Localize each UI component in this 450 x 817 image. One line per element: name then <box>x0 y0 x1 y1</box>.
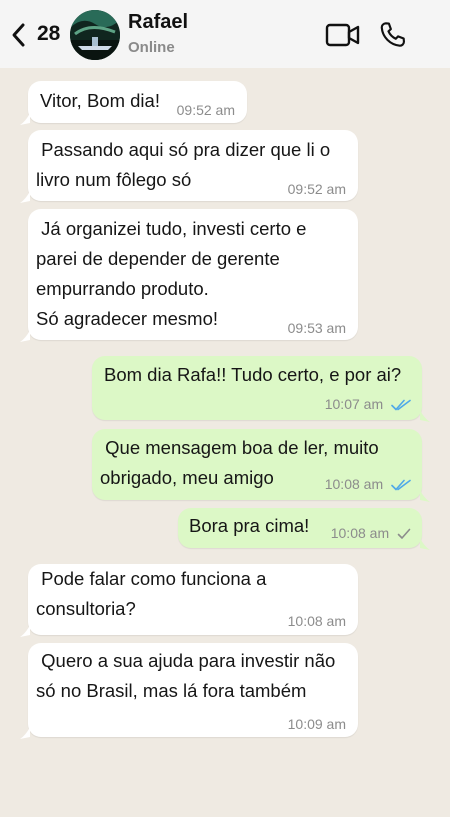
bubble-tail <box>420 538 430 550</box>
incoming-message[interactable]: Vitor, Bom dia! 09:52 am <box>28 81 247 123</box>
voice-call-button[interactable] <box>377 19 409 51</box>
double-check-icon <box>391 398 411 412</box>
chat-header: 28 Rafael Online <box>0 0 450 68</box>
contact-status: Online <box>128 39 175 56</box>
message-time: 09:53 am <box>287 320 346 336</box>
bubble-tail <box>20 330 30 342</box>
bubble-tail <box>20 191 30 203</box>
message-time: 09:52 am <box>287 181 346 197</box>
phone-icon <box>380 22 405 47</box>
bubble-tail <box>20 113 30 125</box>
incoming-message[interactable]: Pode falar como funciona a consultoria? … <box>28 564 358 635</box>
bubble-tail <box>20 727 30 739</box>
bubble-tail <box>20 625 30 637</box>
message-text: Vitor, Bom dia! <box>40 90 160 111</box>
incoming-message[interactable]: Quero a sua ajuda para investir não só n… <box>28 643 358 737</box>
message-text: Pode falar como funciona a consultoria? <box>36 568 267 619</box>
message-text: Bora pra cima! <box>189 515 310 536</box>
message-text: Bom dia Rafa!! Tudo certo, e por ai? <box>104 364 402 385</box>
outgoing-message[interactable]: Bom dia Rafa!! Tudo certo, e por ai? 10:… <box>92 356 422 420</box>
message-time: 10:08 am <box>325 476 411 492</box>
incoming-message[interactable]: Passando aqui só pra dizer que li o livr… <box>28 130 358 201</box>
message-time: 10:07 am <box>325 396 411 412</box>
incoming-message[interactable]: Já organizei tudo, investi certo e parei… <box>28 209 358 340</box>
message-text: Já organizei tudo, investi certo e parei… <box>36 218 307 329</box>
message-list[interactable]: Vitor, Bom dia! 09:52 am Passando aqui s… <box>0 68 450 817</box>
message-time: 09:52 am <box>176 102 235 118</box>
video-camera-icon <box>325 23 360 47</box>
bubble-tail <box>420 490 430 502</box>
video-call-button[interactable] <box>325 22 361 48</box>
outgoing-message[interactable]: Bora pra cima! 10:08 am <box>178 508 422 548</box>
outgoing-message[interactable]: Que mensagem boa de ler, muito obrigado,… <box>92 429 422 500</box>
contact-name[interactable]: Rafael <box>128 11 188 33</box>
avatar-image <box>70 10 120 60</box>
message-text: Quero a sua ajuda para investir não só n… <box>36 650 336 701</box>
chevron-left-icon <box>12 23 25 47</box>
single-check-icon <box>397 527 411 541</box>
message-time: 10:08 am <box>287 613 346 629</box>
message-text: Passando aqui só pra dizer que li o livr… <box>36 139 331 190</box>
bubble-tail <box>420 410 430 422</box>
message-time: 10:09 am <box>287 716 346 732</box>
back-button[interactable] <box>10 22 28 48</box>
unread-count[interactable]: 28 <box>37 21 60 47</box>
message-time: 10:08 am <box>331 525 411 541</box>
double-check-icon <box>391 478 411 492</box>
avatar[interactable] <box>70 10 120 60</box>
